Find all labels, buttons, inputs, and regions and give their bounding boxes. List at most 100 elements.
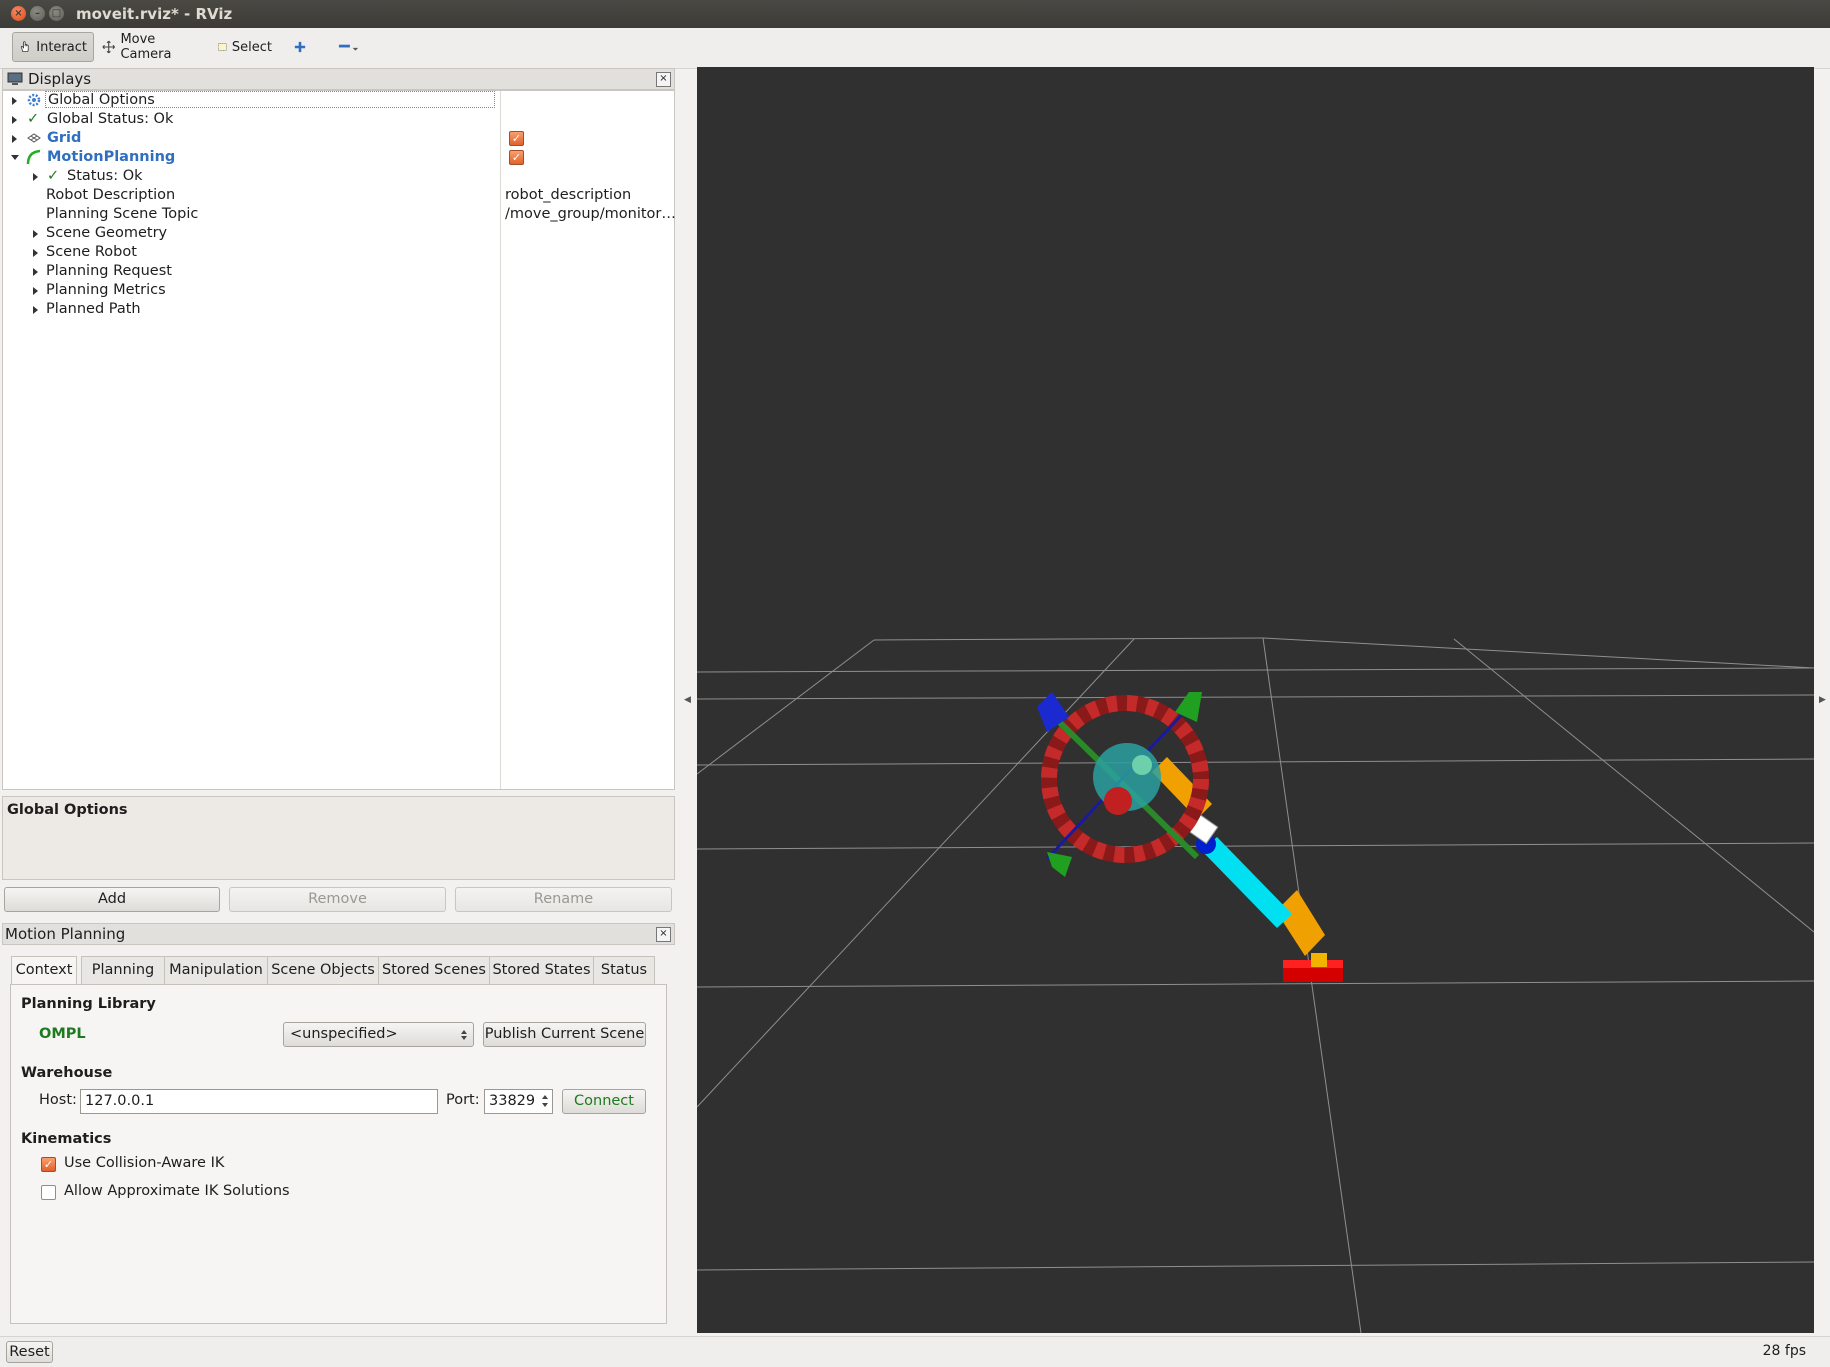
- motion-planning-panel-header: Motion Planning ×: [2, 923, 675, 945]
- motion-planning-label: MotionPlanning: [47, 149, 176, 165]
- hand-icon: [20, 41, 29, 52]
- scene-geometry-label: Scene Geometry: [46, 225, 168, 241]
- minus-icon: [338, 44, 359, 51]
- fps-readout: 28 fps: [1762, 1343, 1806, 1359]
- robot-description-value[interactable]: robot_description: [505, 186, 631, 205]
- select-box-icon: [218, 43, 227, 51]
- collapse-arrow-icon[interactable]: [11, 155, 19, 160]
- plus-icon: [294, 41, 306, 53]
- spin-arrows-icon: [461, 1030, 467, 1040]
- title-bar: × – □ moveit.rviz* - RViz: [0, 0, 1830, 28]
- expand-arrow-icon[interactable]: [12, 116, 17, 124]
- ground-grid: [697, 637, 1814, 1333]
- connect-button[interactable]: Connect: [562, 1089, 646, 1114]
- move-camera-tool-button[interactable]: Move Camera: [96, 32, 202, 62]
- context-tab-pane: Planning Library OMPL <unspecified> Publ…: [10, 984, 667, 1324]
- global-options-label: Global Options: [45, 91, 495, 108]
- add-tool-button[interactable]: [288, 32, 312, 62]
- motion-planning-icon: [26, 149, 41, 165]
- tree-row-planning-metrics[interactable]: Planning Metrics: [3, 281, 674, 300]
- 3d-viewport[interactable]: [697, 67, 1814, 1333]
- robot-model: [1152, 757, 1343, 982]
- port-spinbox[interactable]: 33829: [484, 1089, 553, 1114]
- toolbar: Interact Move Camera Select: [0, 28, 1830, 69]
- remove-tool-button[interactable]: [332, 32, 366, 62]
- description-title: Global Options: [7, 802, 128, 818]
- window-close-button[interactable]: ×: [11, 6, 26, 21]
- tree-row-planning-scene-topic[interactable]: Planning Scene Topic /move_group/monitor…: [3, 205, 676, 224]
- window-minimize-button[interactable]: –: [30, 6, 45, 21]
- host-input[interactable]: 127.0.0.1: [80, 1089, 438, 1114]
- expand-arrow-icon[interactable]: [33, 306, 38, 314]
- tab-stored-scenes[interactable]: Stored Scenes: [378, 956, 490, 984]
- select-tool-button[interactable]: Select: [212, 32, 278, 62]
- interact-label: Interact: [36, 39, 87, 55]
- expand-arrow-icon[interactable]: [12, 135, 17, 143]
- grid-label: Grid: [47, 130, 82, 146]
- expand-arrow-icon[interactable]: [33, 249, 38, 257]
- tab-stored-states[interactable]: Stored States: [489, 956, 594, 984]
- tree-row-global-options[interactable]: Global Options: [3, 91, 674, 110]
- grid-icon: [27, 133, 41, 143]
- motion-planning-enabled-checkbox[interactable]: ✓: [509, 150, 524, 165]
- port-value: 33829: [489, 1093, 536, 1109]
- tree-row-scene-geometry[interactable]: Scene Geometry: [3, 224, 674, 243]
- add-display-button[interactable]: Add: [4, 887, 220, 912]
- rename-display-button[interactable]: Rename: [455, 887, 672, 912]
- displays-panel-header: Displays ×: [2, 68, 675, 90]
- displays-tree: Global Options ✓ Global Status: Ok Grid …: [2, 90, 676, 790]
- tree-row-planned-path[interactable]: Planned Path: [3, 300, 674, 319]
- planner-select[interactable]: <unspecified>: [283, 1022, 474, 1047]
- right-splitter-handle[interactable]: ▶: [1819, 695, 1826, 705]
- expand-arrow-icon[interactable]: [33, 173, 38, 181]
- planning-library-heading: Planning Library: [21, 996, 156, 1012]
- status-bar: Reset 28 fps: [0, 1336, 1830, 1367]
- planned-path-label: Planned Path: [46, 301, 141, 317]
- collision-aware-ik-checkbox[interactable]: ✓: [41, 1157, 56, 1172]
- move-camera-icon: [102, 40, 115, 54]
- scene-robot-label: Scene Robot: [46, 244, 137, 260]
- scene-render: [697, 637, 1814, 1333]
- tree-row-robot-description[interactable]: Robot Description robot_description: [3, 186, 674, 205]
- tab-context[interactable]: Context: [11, 956, 77, 986]
- port-label: Port:: [446, 1092, 480, 1108]
- approximate-ik-checkbox[interactable]: [41, 1185, 56, 1200]
- move-camera-label: Move Camera: [120, 32, 172, 62]
- global-status-label: Global Status: Ok: [47, 111, 174, 127]
- gear-icon: [27, 93, 41, 107]
- tab-planning[interactable]: Planning: [81, 956, 165, 984]
- planning-library-name: OMPL: [39, 1026, 86, 1042]
- host-label: Host:: [39, 1092, 77, 1108]
- tree-row-status[interactable]: ✓ Status: Ok: [3, 167, 674, 186]
- tree-row-global-status[interactable]: ✓ Global Status: Ok: [3, 110, 674, 129]
- expand-arrow-icon[interactable]: [33, 230, 38, 238]
- status-label: Status: Ok: [67, 168, 143, 184]
- interact-tool-button[interactable]: Interact: [12, 32, 94, 62]
- planning-request-label: Planning Request: [46, 263, 172, 279]
- motion-planning-close-button[interactable]: ×: [656, 927, 671, 942]
- expand-arrow-icon[interactable]: [33, 287, 38, 295]
- planning-scene-topic-value[interactable]: /move_group/monitor…: [505, 205, 676, 224]
- displays-title: Displays: [28, 70, 92, 88]
- tree-row-scene-robot[interactable]: Scene Robot: [3, 243, 674, 262]
- tree-row-grid[interactable]: Grid ✓: [3, 129, 674, 148]
- publish-current-scene-button[interactable]: Publish Current Scene: [483, 1022, 646, 1047]
- collision-aware-ik-label: Use Collision-Aware IK: [64, 1155, 225, 1171]
- expand-arrow-icon[interactable]: [33, 268, 38, 276]
- tab-status[interactable]: Status: [593, 956, 655, 984]
- planner-select-value: <unspecified>: [290, 1026, 398, 1042]
- spin-arrows-icon[interactable]: [541, 1094, 549, 1108]
- window-maximize-button[interactable]: □: [49, 6, 64, 21]
- displays-close-button[interactable]: ×: [656, 72, 671, 87]
- remove-display-button[interactable]: Remove: [229, 887, 446, 912]
- property-description-box: Global Options: [2, 796, 675, 880]
- left-splitter-handle[interactable]: ◀: [684, 695, 691, 705]
- tree-row-planning-request[interactable]: Planning Request: [3, 262, 674, 281]
- expand-arrow-icon[interactable]: [12, 97, 17, 105]
- reset-button[interactable]: Reset: [6, 1341, 53, 1363]
- planning-metrics-label: Planning Metrics: [46, 282, 166, 298]
- tree-row-motion-planning[interactable]: MotionPlanning ✓: [3, 148, 674, 167]
- tab-scene-objects[interactable]: Scene Objects: [267, 956, 379, 984]
- grid-enabled-checkbox[interactable]: ✓: [509, 131, 524, 146]
- tab-manipulation[interactable]: Manipulation: [164, 956, 268, 984]
